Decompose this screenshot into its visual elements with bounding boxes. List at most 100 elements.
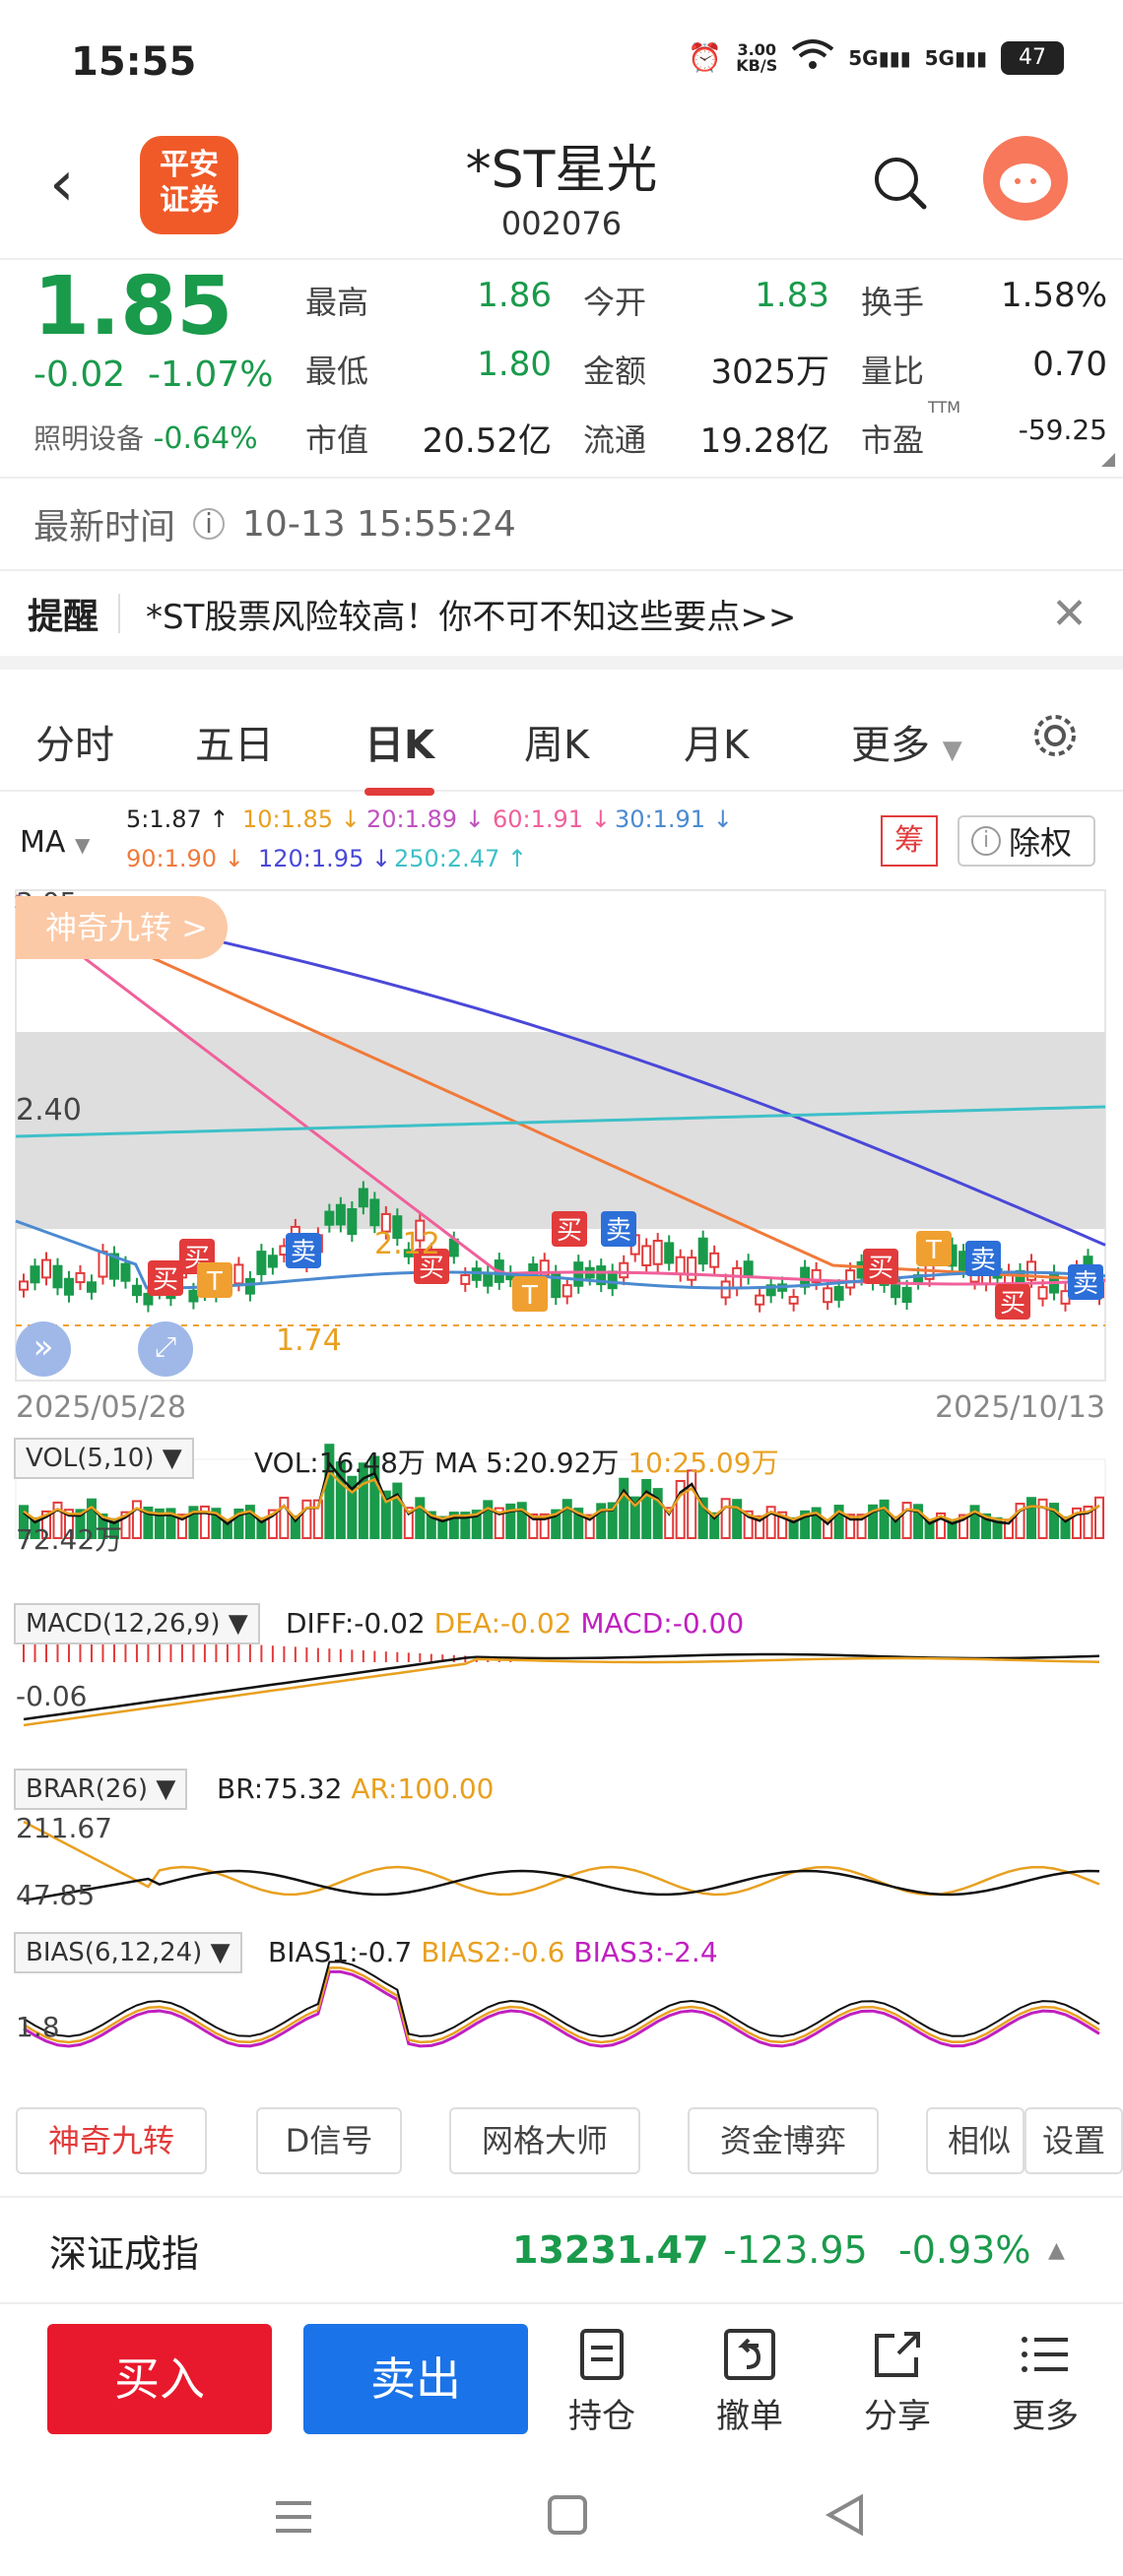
- change-abs: -0.02: [33, 354, 126, 395]
- magic-nine-banner[interactable]: 神奇九转 >: [16, 896, 228, 959]
- quote-value: 0.70: [1032, 345, 1107, 384]
- document-icon: [548, 2328, 656, 2389]
- positions-button[interactable]: 持仓: [548, 2328, 656, 2437]
- brar-axis-bottom: 47.85: [16, 1879, 96, 1911]
- tab-monthly-k[interactable]: 月K: [684, 713, 749, 770]
- reminder-text: *ST股票风险较高！你不可不知这些要点>>: [146, 597, 797, 637]
- ma-item: 120:1.95 ↓: [258, 845, 392, 872]
- signal-icon-1: 5G▮▮▮: [848, 45, 911, 70]
- macd-indicator-button[interactable]: MACD(12,26,9) ▼: [14, 1603, 260, 1644]
- func-settings-button[interactable]: 设置: [1024, 2107, 1123, 2174]
- bias1-value: BIAS1:-0.7: [268, 1936, 413, 1968]
- trade-tag-text: 卖: [606, 1216, 631, 1246]
- trade-action-bar: 买入 卖出 持仓 撤单 分享 更多: [0, 2304, 1123, 2462]
- more-label: 更多: [1012, 2397, 1079, 2436]
- candle-body: [720, 1280, 731, 1299]
- macd-btn-label: MACD(12,26,9): [26, 1609, 221, 1639]
- quote-value: 1.58%: [1000, 276, 1107, 315]
- vol-indicator-button[interactable]: VOL(5,10) ▼: [14, 1438, 194, 1479]
- signal-icon-2: 5G▮▮▮: [924, 45, 987, 70]
- brar-br: BR:75.32: [217, 1772, 343, 1805]
- tab-daily-k[interactable]: 日K: [364, 713, 434, 796]
- index-value: 13231.47: [512, 2228, 709, 2272]
- price-change: -0.02 -1.07%: [33, 354, 273, 395]
- assistant-avatar[interactable]: [983, 136, 1068, 221]
- chart-area[interactable]: 买买T卖买T买卖买T卖买卖 3.05 2.40 2.12 1.74 神奇九转 >…: [0, 886, 1123, 2166]
- vol-bar: [415, 1497, 426, 1540]
- ma-item: 5:1.87 ↑: [126, 805, 230, 833]
- d-signal-button[interactable]: D信号: [256, 2107, 402, 2174]
- vol-bar: [619, 1477, 629, 1539]
- quote-label: 最高: [305, 284, 369, 321]
- fullscreen-icon[interactable]: ⤢: [138, 1321, 193, 1377]
- tab-intraday[interactable]: 分时: [35, 713, 114, 770]
- candle-body: [687, 1256, 697, 1281]
- quote-value: 1.83: [755, 276, 829, 315]
- reminder-label: 提醒: [28, 597, 99, 637]
- bias-axis-label: 1.8: [16, 2011, 60, 2043]
- trade-tag-text: 卖: [1073, 1269, 1098, 1299]
- brar-ar: AR:100.00: [351, 1772, 495, 1805]
- expand-corner-icon[interactable]: [1101, 453, 1115, 467]
- cancel-order-button[interactable]: 撤单: [695, 2328, 804, 2437]
- date-end: 2025/10/13: [935, 1390, 1105, 1425]
- sell-button[interactable]: 卖出: [303, 2324, 528, 2434]
- candle-body: [709, 1252, 720, 1268]
- ex-rights-button[interactable]: i 除权: [958, 815, 1095, 867]
- candle-body: [244, 1277, 255, 1295]
- search-icon[interactable]: [871, 154, 930, 213]
- trade-tag-text: T: [206, 1267, 223, 1297]
- ma-item: 30:1.91 ↓: [615, 805, 733, 833]
- macd-diff-line: [23, 1652, 1100, 1721]
- index-ticker[interactable]: 深证成指 13231.47 -123.95 -0.93% ▲: [0, 2196, 1123, 2304]
- tab-five-day[interactable]: 五日: [195, 713, 274, 770]
- grid-master-button[interactable]: 网格大师: [449, 2107, 640, 2174]
- share-button[interactable]: 分享: [843, 2328, 952, 2437]
- candle-body: [347, 1207, 358, 1236]
- ma-selector[interactable]: MA ▼: [20, 825, 90, 860]
- latest-time-label: 最新时间: [33, 507, 176, 547]
- net1-label: 5G: [848, 45, 879, 70]
- net2-label: 5G: [924, 45, 955, 70]
- recent-apps-icon[interactable]: [272, 2497, 315, 2541]
- current-price: 1.85: [33, 260, 233, 354]
- quote-label: 金额: [583, 353, 647, 390]
- ar-line: [23, 1820, 1100, 1897]
- ma-item: 60:1.91 ↓: [493, 805, 611, 833]
- sector-info[interactable]: 照明设备 -0.64%: [33, 418, 258, 457]
- more-button[interactable]: 更多: [991, 2328, 1099, 2437]
- quote-label: 今开: [583, 284, 647, 321]
- tab-weekly-k[interactable]: 周K: [524, 713, 589, 770]
- change-pct: -1.07%: [148, 354, 274, 395]
- brar-btn-label: BRAR(26): [26, 1774, 149, 1804]
- similar-button[interactable]: 相似: [926, 2107, 1024, 2174]
- buy-button[interactable]: 买入: [47, 2324, 272, 2434]
- brar-indicator-button[interactable]: BRAR(26) ▼: [14, 1769, 188, 1810]
- close-icon[interactable]: ✕: [1051, 589, 1088, 639]
- chip-button[interactable]: 筹: [881, 815, 938, 867]
- settings-gear-icon[interactable]: [1030, 711, 1080, 764]
- bias-indicator-button[interactable]: BIAS(6,12,24) ▼: [14, 1932, 242, 1973]
- ma-label: MA: [20, 825, 66, 860]
- undo-icon: [695, 2328, 804, 2389]
- ma-item: 10:1.85 ↓: [242, 805, 361, 833]
- system-nav-bar: [0, 2462, 1123, 2576]
- alarm-icon: ⏰: [688, 41, 723, 74]
- chevron-up-icon[interactable]: ▲: [1048, 2238, 1065, 2263]
- risk-reminder[interactable]: 提醒 *ST股票风险较高！你不可不知这些要点>> ✕: [0, 571, 1123, 670]
- magic-nine-button[interactable]: 神奇九转: [16, 2107, 207, 2174]
- expand-left-icon[interactable]: »: [16, 1321, 71, 1377]
- date-start: 2025/05/28: [16, 1390, 186, 1425]
- home-icon[interactable]: [548, 2495, 587, 2535]
- candle-body: [664, 1242, 675, 1264]
- candle-body: [30, 1265, 40, 1284]
- status-bar: 15:55 ⏰ 3.00 KB/S 5G▮▮▮ 5G▮▮▮ 47: [0, 0, 1123, 128]
- vol-ma5: MA 5:20.92万: [433, 1447, 620, 1479]
- quote-panel: 1.85 -0.02 -1.07% 照明设备 -0.64% 最高 1.86 今开 1.…: [0, 258, 1123, 475]
- index-name: 深证成指: [49, 2231, 200, 2276]
- info-icon[interactable]: i: [193, 508, 226, 540]
- fund-game-button[interactable]: 资金博弈: [688, 2107, 879, 2174]
- candle-body: [641, 1245, 652, 1266]
- tab-more[interactable]: 更多 ▼: [851, 713, 962, 770]
- back-triangle-icon[interactable]: [824, 2493, 867, 2541]
